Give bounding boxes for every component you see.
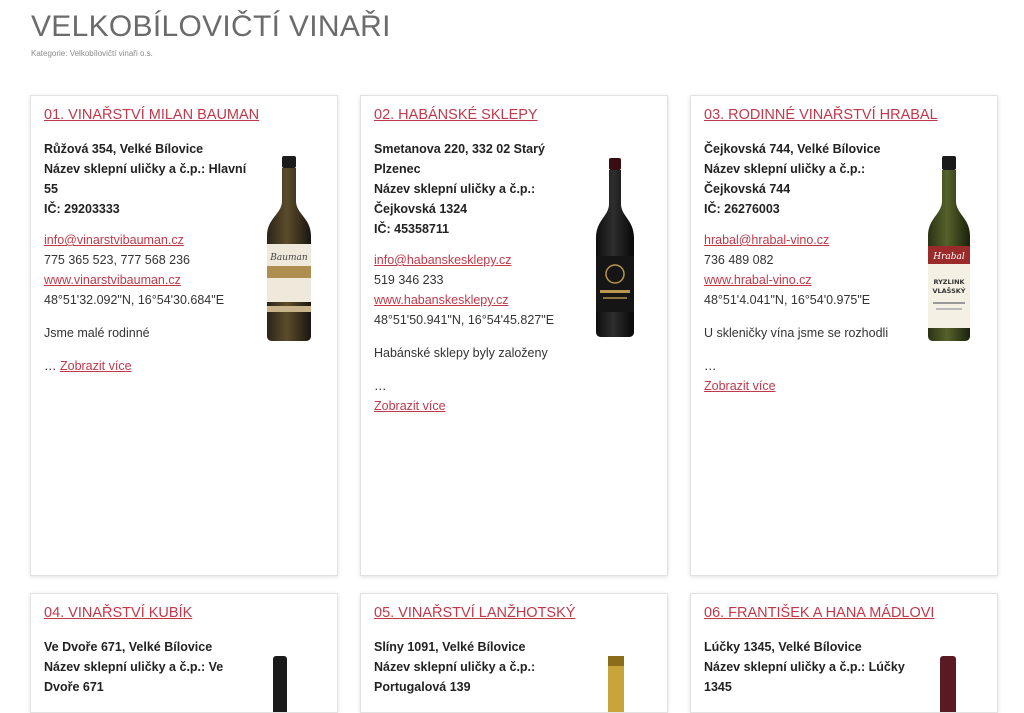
cellar-number-line: 1345 bbox=[704, 680, 732, 694]
cellar-street-line: Název sklepní uličky a č.p.: Lúčky bbox=[704, 660, 905, 674]
company-id-line: IČ: 26276003 bbox=[704, 202, 780, 216]
cellar-street-line: Název sklepní uličky a č.p.: Hlavní bbox=[44, 162, 247, 176]
winery-info: Smetanova 220, 332 02 Starý Plzenec Náze… bbox=[374, 139, 589, 416]
wine-bottle-image bbox=[933, 656, 993, 712]
email-link[interactable]: info@vinarstvibauman.cz bbox=[44, 230, 259, 250]
cellar-number-line: Portugalová 139 bbox=[374, 680, 471, 694]
address-line: Čejkovská 744, Velké Bílovice bbox=[704, 142, 881, 156]
website-link[interactable]: www.hrabal-vino.cz bbox=[704, 270, 919, 290]
winery-card: 03. RODINNÉ VINAŘSTVÍ HRABAL Čejkovská 7… bbox=[690, 95, 998, 576]
svg-text:RYZLINK: RYZLINK bbox=[933, 278, 965, 286]
address-line: Smetanova 220, 332 02 Starý bbox=[374, 142, 545, 156]
description-text: Habánské sklepy byly založeny bbox=[374, 346, 548, 360]
cellar-street-line: Název sklepní uličky a č.p.: bbox=[374, 660, 536, 674]
address-line: Lúčky 1345, Velké Bílovice bbox=[704, 640, 862, 654]
wine-bottle-image: Hrabal RYZLINK VLAŠSKÝ bbox=[919, 156, 979, 341]
gps-text: 48°51'4.041"N, 16°54'0.975"E bbox=[704, 293, 871, 307]
winery-title-link[interactable]: 04. VINAŘSTVÍ KUBÍK bbox=[44, 605, 192, 621]
winery-info: Slíny 1091, Velké Bílovice Název sklepní… bbox=[374, 637, 589, 697]
address-line: Slíny 1091, Velké Bílovice bbox=[374, 640, 526, 654]
show-more-link[interactable]: Zobrazit více bbox=[60, 359, 132, 373]
show-more-link[interactable]: Zobrazit více bbox=[704, 376, 919, 396]
more-row: … Zobrazit více bbox=[44, 356, 259, 376]
email-link[interactable]: info@habanskesklepy.cz bbox=[374, 250, 589, 270]
more-row: … Zobrazit více bbox=[374, 376, 589, 416]
website-link[interactable]: www.habanskesklepy.cz bbox=[374, 290, 589, 310]
ellipsis-text: … bbox=[44, 359, 57, 373]
phone-text: 519 346 233 bbox=[374, 273, 444, 287]
phone-text: 775 365 523, 777 568 236 bbox=[44, 253, 190, 267]
svg-text:Hrabal: Hrabal bbox=[932, 252, 965, 262]
page-title: VELKOBÍLOVIČTÍ VINAŘI bbox=[31, 10, 391, 43]
winery-title-link[interactable]: 01. VINAŘSTVÍ MILAN BAUMAN bbox=[44, 107, 259, 123]
gps-text: 48°51'32.092"N, 16°54'30.684"E bbox=[44, 293, 225, 307]
company-id-line: IČ: 29203333 bbox=[44, 202, 120, 216]
cellar-street-line: Název sklepní uličky a č.p.: Ve bbox=[44, 660, 224, 674]
winery-info: Lúčky 1345, Velké Bílovice Název sklepní… bbox=[704, 637, 919, 697]
cellar-number-line: Čejkovská 744 bbox=[704, 182, 791, 196]
wine-bottle-image bbox=[265, 656, 325, 712]
website-link[interactable]: www.vinarstvibauman.cz bbox=[44, 270, 259, 290]
winery-card: 01. VINAŘSTVÍ MILAN BAUMAN Růžová 354, V… bbox=[30, 95, 338, 576]
winery-title-link[interactable]: 02. HABÁNSKÉ SKLEPY bbox=[374, 107, 538, 123]
email-link[interactable]: hrabal@hrabal-vino.cz bbox=[704, 230, 919, 250]
cellar-number-line: Dvoře 671 bbox=[44, 680, 104, 694]
cellar-street-line: Název sklepní uličky a č.p.: bbox=[704, 162, 866, 176]
cellar-street-line: Název sklepní uličky a č.p.: bbox=[374, 182, 536, 196]
winery-info: Čejkovská 744, Velké Bílovice Název skle… bbox=[704, 139, 919, 396]
winery-title-link[interactable]: 03. RODINNÉ VINAŘSTVÍ HRABAL bbox=[704, 107, 938, 123]
winery-info: Ve Dvoře 671, Velké Bílovice Název sklep… bbox=[44, 637, 259, 697]
category-line: Kategorie: Velkobílovičtí vinaři o.s. bbox=[31, 49, 153, 58]
winery-title-link[interactable]: 05. VINAŘSTVÍ LANŽHOTSKÝ bbox=[374, 605, 575, 621]
gps-text: 48°51'50.941"N, 16°54'45.827"E bbox=[374, 313, 555, 327]
wine-bottle-image bbox=[601, 656, 661, 712]
ellipsis-text: … bbox=[374, 379, 387, 393]
description-text: Jsme malé rodinné bbox=[44, 326, 150, 340]
wine-bottle-image: Bauman bbox=[259, 156, 319, 341]
winery-card: 02. HABÁNSKÉ SKLEPY Smetanova 220, 332 0… bbox=[360, 95, 668, 576]
more-row: … Zobrazit více bbox=[704, 356, 919, 396]
phone-text: 736 489 082 bbox=[704, 253, 774, 267]
address-line: Růžová 354, Velké Bílovice bbox=[44, 142, 204, 156]
cellar-number-line: 55 bbox=[44, 182, 58, 196]
show-more-link[interactable]: Zobrazit více bbox=[374, 396, 589, 416]
address-line-2: Plzenec bbox=[374, 162, 421, 176]
company-id-line: IČ: 45358711 bbox=[374, 222, 450, 236]
winery-card: 05. VINAŘSTVÍ LANŽHOTSKÝ Slíny 1091, Vel… bbox=[360, 593, 668, 713]
svg-text:VLAŠSKÝ: VLAŠSKÝ bbox=[932, 286, 965, 295]
winery-card: 06. FRANTIŠEK A HANA MÁDLOVI Lúčky 1345,… bbox=[690, 593, 998, 713]
address-line: Ve Dvoře 671, Velké Bílovice bbox=[44, 640, 213, 654]
ellipsis-text: … bbox=[704, 359, 717, 373]
wine-bottle-image bbox=[585, 156, 645, 341]
winery-card: 04. VINAŘSTVÍ KUBÍK Ve Dvoře 671, Velké … bbox=[30, 593, 338, 713]
description-text: U skleničky vína jsme se rozhodli bbox=[704, 326, 889, 340]
winery-info: Růžová 354, Velké Bílovice Název sklepní… bbox=[44, 139, 259, 376]
svg-text:Bauman: Bauman bbox=[269, 253, 308, 263]
winery-title-link[interactable]: 06. FRANTIŠEK A HANA MÁDLOVI bbox=[704, 605, 934, 621]
cellar-number-line: Čejkovská 1324 bbox=[374, 202, 468, 216]
